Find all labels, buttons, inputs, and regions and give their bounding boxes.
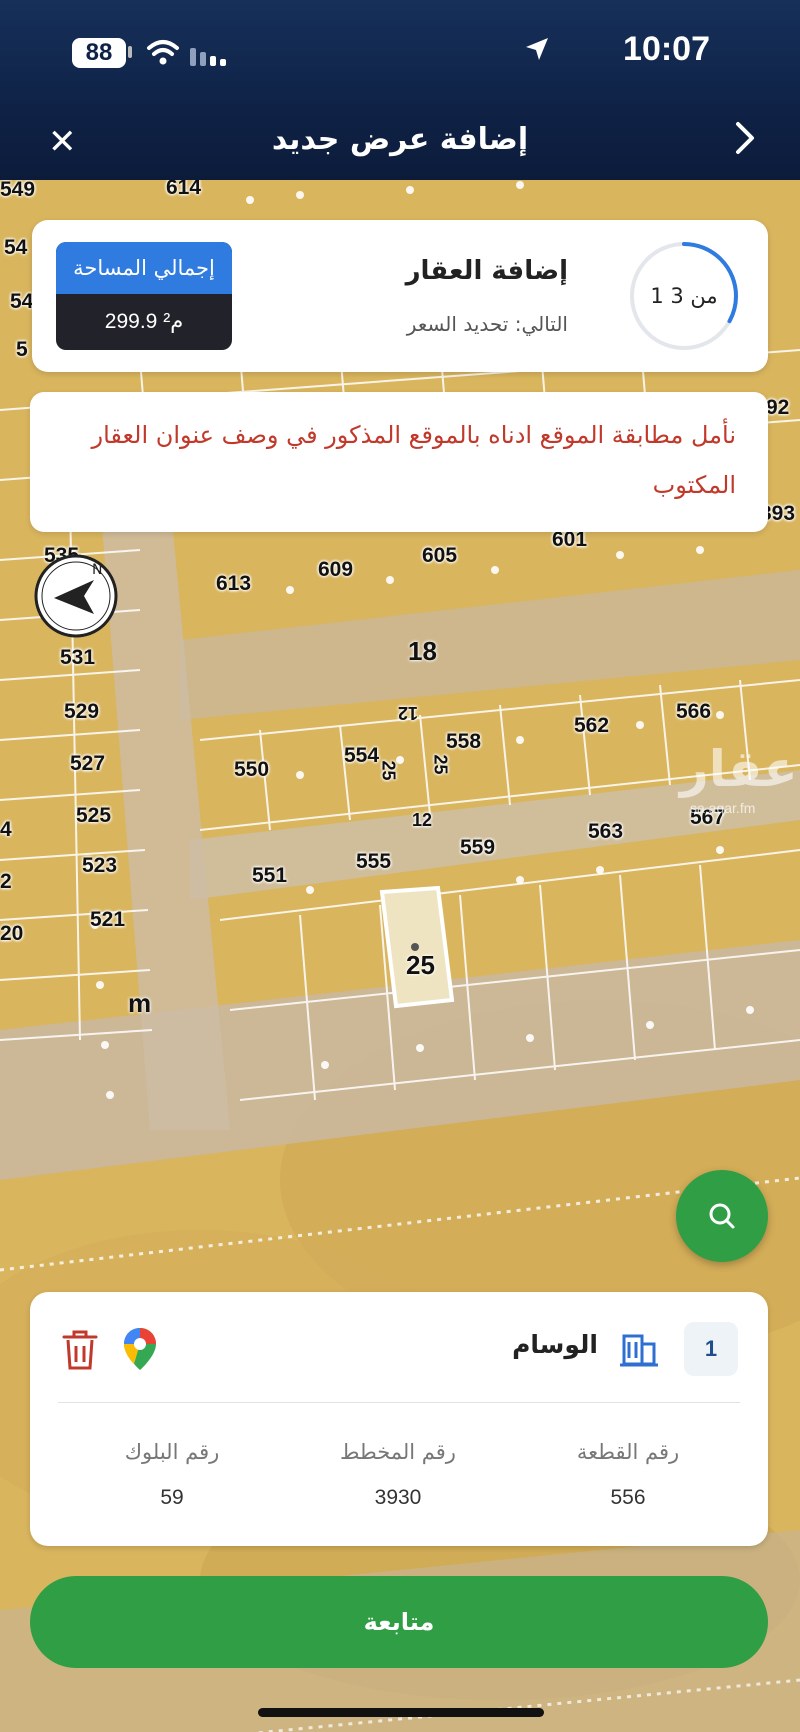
scheme-number-label: رقم المخطط (340, 1440, 456, 1464)
plot-label: 521 (90, 908, 126, 931)
continue-button[interactable]: متابعة (30, 1576, 768, 1668)
plot-label: 5 (16, 338, 28, 361)
map-search-button[interactable] (676, 1170, 768, 1262)
plot-label: 523 (82, 854, 118, 877)
road-label: 18 (408, 636, 437, 666)
plot-label: 54 (10, 290, 34, 313)
plot-label: 605 (422, 544, 458, 567)
parcel-dimension: 25 (430, 754, 451, 775)
total-area-box: إجمالي المساحة 299.9 م² (56, 242, 232, 350)
building-icon (620, 1334, 658, 1367)
plot-label: 554 (344, 744, 380, 767)
plot-label: 613 (216, 572, 252, 595)
home-indicator (258, 1708, 544, 1717)
total-area-value: 299.9 م² (104, 310, 184, 333)
svg-text:N: N (92, 562, 102, 578)
plot-label: 54 (4, 236, 28, 259)
plot-label: 559 (460, 836, 496, 859)
plot-label: 529 (64, 700, 100, 723)
google-maps-pin-icon[interactable] (122, 1326, 158, 1372)
block-number-value: 59 (160, 1486, 184, 1509)
property-card: 1 الوسام رقم القطعة 556 رقم المخطط 3930 … (30, 1292, 768, 1546)
step-card: إجمالي المساحة 299.9 م² إضافة العقار الت… (32, 220, 768, 372)
notice-text: نأمل مطابقة الموقع ادناه بالموقع المذكور… (91, 421, 736, 499)
page-title: إضافة عرض جديد (271, 122, 529, 157)
battery-tip (128, 46, 132, 58)
plot-label: 525 (76, 804, 112, 827)
total-area-label: إجمالي المساحة (56, 242, 232, 294)
cellular-signal-icon (190, 48, 226, 66)
property-name: الوسام (512, 1330, 598, 1359)
property-index-badge: 1 (684, 1322, 738, 1376)
trash-icon[interactable] (60, 1328, 100, 1372)
plot-label: 558 (446, 730, 482, 753)
step-counter: 1 من 3 (650, 284, 718, 308)
road-label: m (128, 988, 152, 1018)
road-label: 25 (406, 950, 435, 980)
plot-number-value: 556 (610, 1486, 646, 1509)
plot-number-label: رقم القطعة (576, 1440, 680, 1464)
parcel-dimension: 12 (412, 810, 433, 830)
scheme-number-value: 3930 (374, 1486, 422, 1509)
watermark-logo: عقار (680, 740, 798, 798)
battery-indicator: 88 (72, 38, 126, 68)
plot-label: 563 (588, 820, 624, 843)
location-arrow-icon (526, 38, 548, 60)
compass-icon[interactable]: N (32, 552, 120, 640)
plot-label: 527 (70, 752, 106, 775)
parcel-dimension: 25 (378, 760, 399, 781)
plot-label: 562 (574, 714, 610, 737)
search-icon (709, 1203, 735, 1229)
plot-label: 614 (166, 180, 202, 199)
plot-label: 555 (356, 850, 392, 873)
wifi-icon (147, 40, 179, 65)
status-time: 10:07 (623, 30, 710, 68)
app-header: 88 10:07 ✕ إضافة عرض جديد (0, 0, 800, 180)
location-notice: نأمل مطابقة الموقع ادناه بالموقع المذكور… (30, 392, 768, 532)
plot-label: 4 (0, 818, 12, 841)
plot-label: 549 (0, 180, 36, 201)
watermark-url: sa.aqar.fm (690, 800, 756, 816)
parcel-dimension: 12 (398, 703, 419, 723)
plot-label: 2 (0, 870, 12, 893)
plot-label: 92 (766, 396, 790, 419)
card-divider (58, 1402, 740, 1403)
next-step-label: التالي: تحديد السعر (406, 312, 568, 336)
plot-label: 531 (60, 646, 96, 669)
block-number-label: رقم البلوك (124, 1440, 220, 1464)
plot-label: 550 (234, 758, 270, 781)
plot-label: 20 (0, 922, 24, 945)
plot-label: 551 (252, 864, 288, 887)
plot-label: 609 (318, 558, 354, 581)
chevron-right-icon[interactable] (730, 118, 760, 158)
step-title: إضافة العقار (405, 256, 568, 286)
plot-label: 566 (676, 700, 712, 723)
